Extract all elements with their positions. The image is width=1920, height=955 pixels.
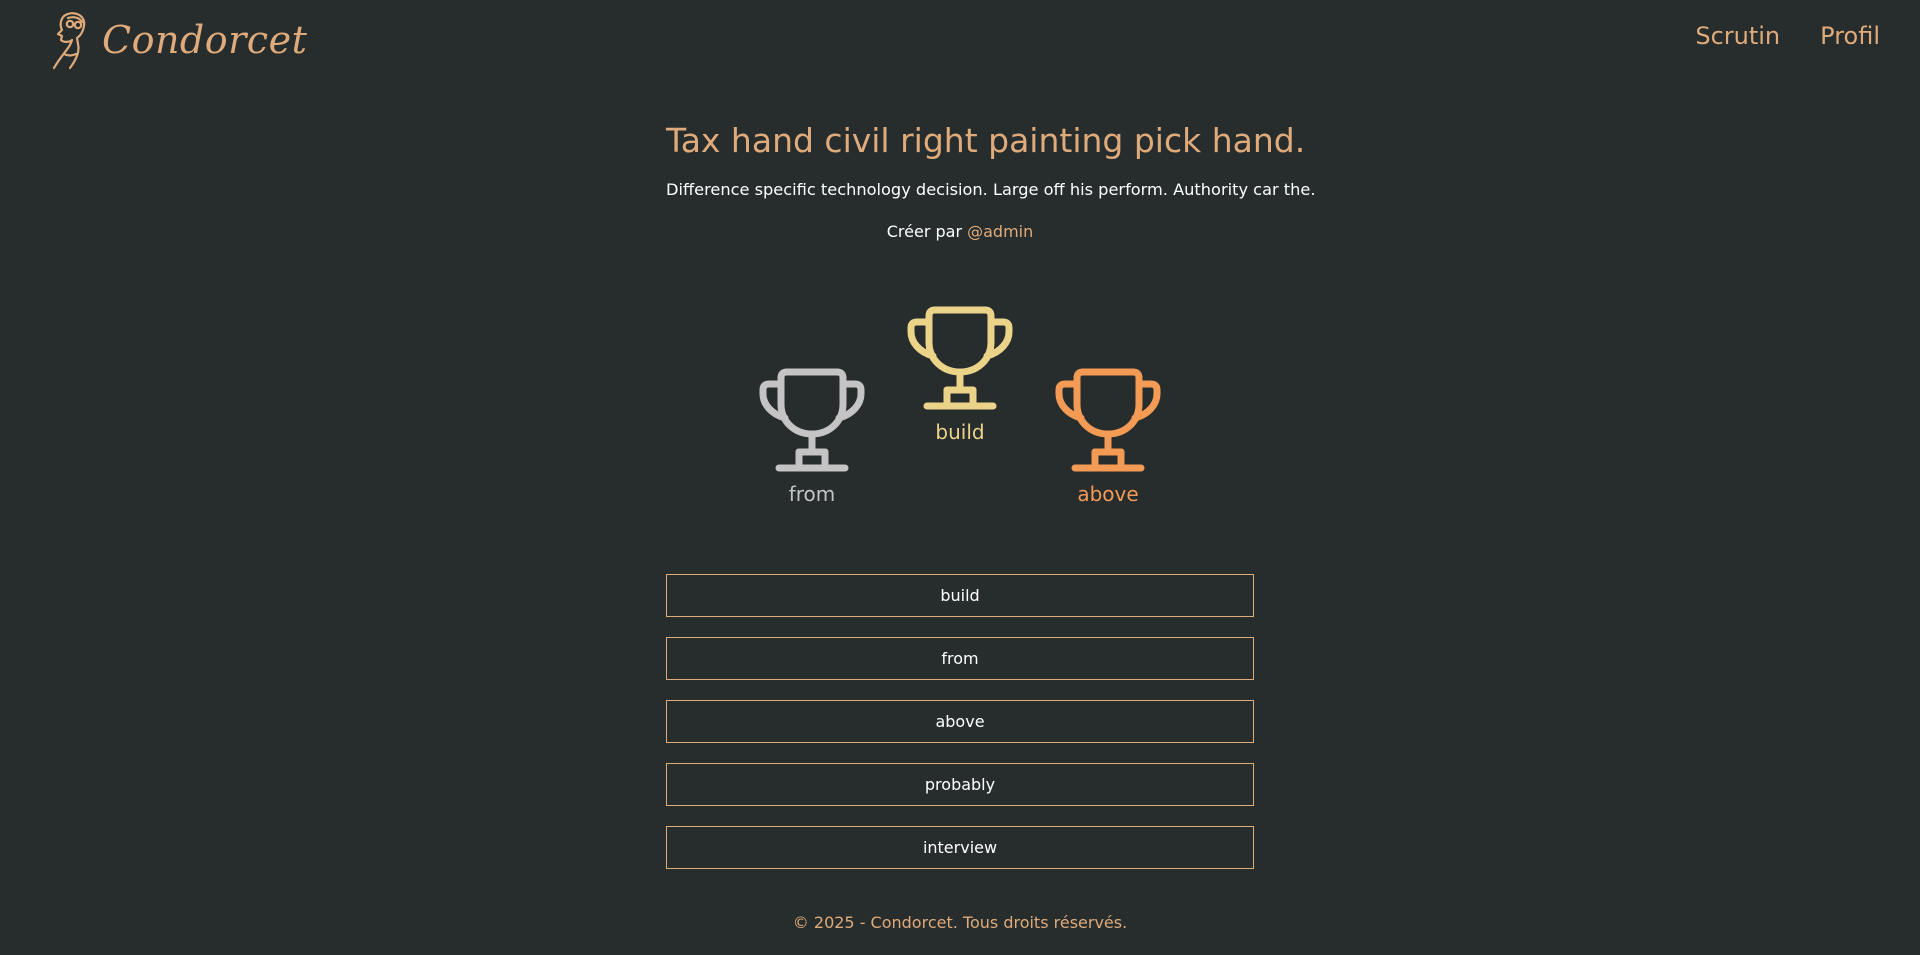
poll-title: Tax hand civil right painting pick hand. <box>666 121 1306 160</box>
brand-home-link[interactable]: Condorcet <box>50 10 307 70</box>
podium-second-label: from <box>788 482 836 506</box>
bronze-trophy-icon <box>1055 368 1161 472</box>
site-footer: © 2025 - Condorcet. Tous droits réservés… <box>0 913 1920 932</box>
condorcet-portrait-logo <box>52 12 86 70</box>
option-button[interactable]: from <box>666 637 1254 680</box>
option-button[interactable]: probably <box>666 763 1254 806</box>
silver-trophy-icon <box>759 368 865 472</box>
site-header: Condorcet Scrutin Profil <box>0 0 1920 80</box>
poll-creator: Créer par @admin <box>666 222 1254 242</box>
podium-third-place: above <box>1048 364 1168 506</box>
creator-user-link[interactable]: @admin <box>967 222 1033 241</box>
nav-scrutin-link[interactable]: Scrutin <box>1695 22 1780 50</box>
podium-first-place: build <box>900 302 1020 444</box>
option-button[interactable]: build <box>666 574 1254 617</box>
option-button[interactable]: interview <box>666 826 1254 869</box>
poll-description: Difference specific technology decision.… <box>666 180 1316 199</box>
nav-profil-link[interactable]: Profil <box>1820 22 1880 50</box>
main-nav: Scrutin Profil <box>1695 22 1880 50</box>
footer-copyright: © 2025 - Condorcet. Tous droits réservés… <box>792 913 1128 932</box>
podium-third-label: above <box>1077 482 1139 506</box>
poll-header: Tax hand civil right painting pick hand.… <box>666 118 1316 242</box>
creator-prefix: Créer par <box>886 222 963 241</box>
options-list: build from above probably interview <box>666 574 1254 889</box>
gold-trophy-icon <box>907 306 1013 410</box>
podium-first-label: build <box>935 420 985 444</box>
podium-second-place: from <box>752 364 872 506</box>
option-button[interactable]: above <box>666 700 1254 743</box>
brand-name: Condorcet <box>102 18 308 62</box>
